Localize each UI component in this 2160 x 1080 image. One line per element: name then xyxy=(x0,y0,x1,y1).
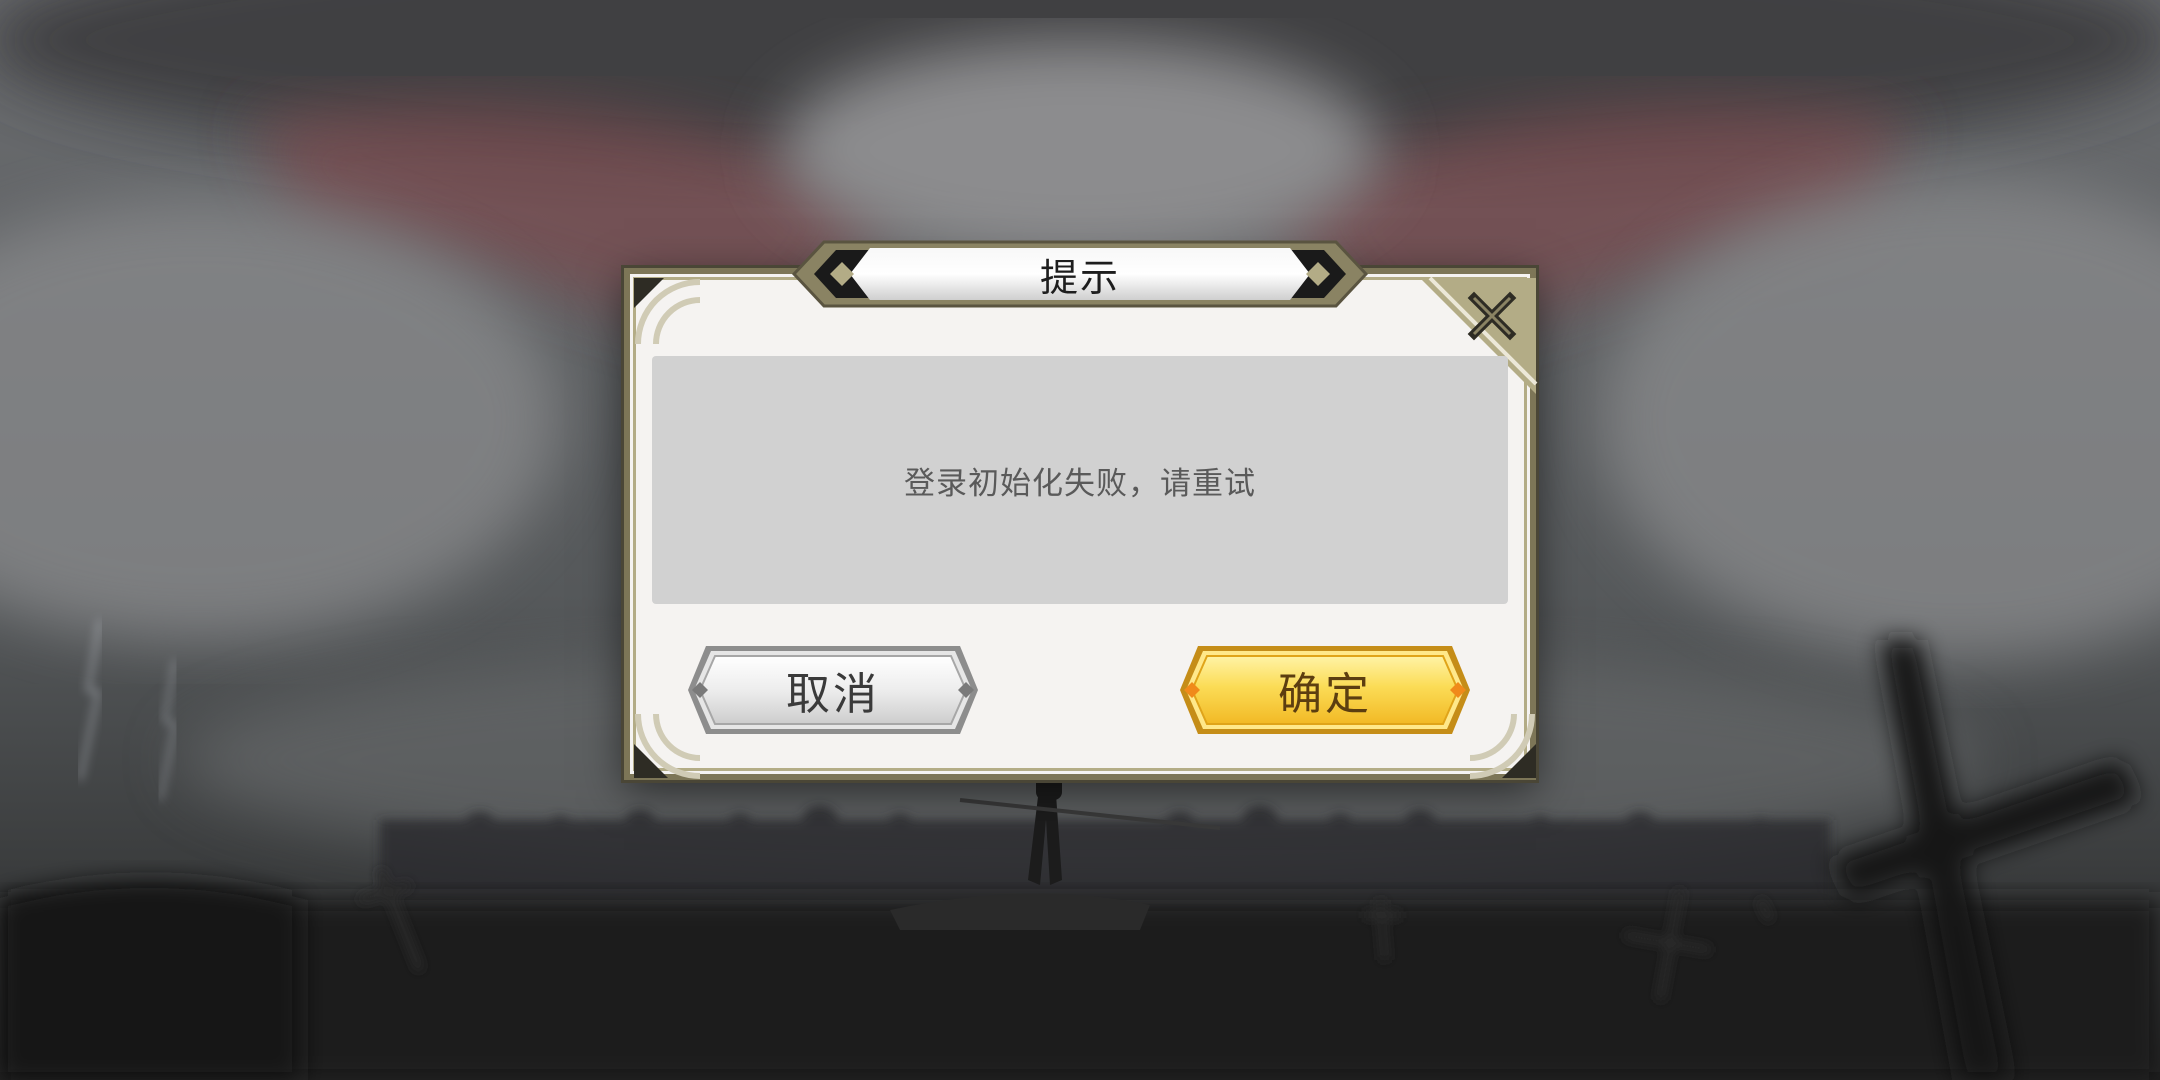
dialog-message: 登录初始化失败，请重试 xyxy=(904,465,1256,502)
confirm-button-label: 确定 xyxy=(1278,669,1372,720)
dialog-title: 提示 xyxy=(1039,255,1120,300)
cancel-button-label: 取消 xyxy=(786,669,880,720)
confirm-button[interactable]: 确定 xyxy=(1176,642,1474,738)
dialog-title-banner: 提示 xyxy=(790,236,1370,312)
cancel-button[interactable]: 取消 xyxy=(684,642,982,738)
message-panel: 登录初始化失败，请重试 xyxy=(652,356,1508,604)
